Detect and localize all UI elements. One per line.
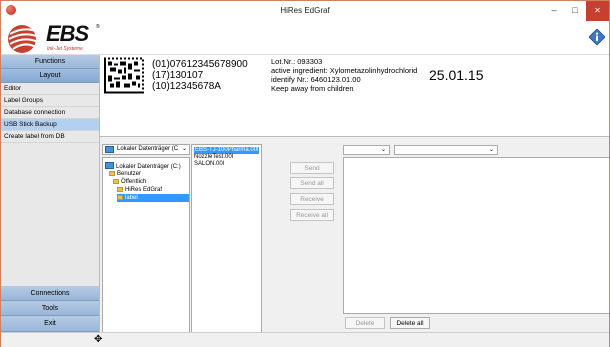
file-item[interactable]: SALON.00l [194, 161, 224, 168]
chevron-down-icon: ⌄ [488, 147, 494, 153]
folder-tree[interactable]: Lokaler Datenträger (C:) Benutzer Öffent… [102, 157, 190, 334]
tree-item-label: label [125, 195, 138, 201]
barcode-line-3: (10)12345678A [152, 81, 221, 92]
file-list[interactable]: EBS-TJ-100Pharma.00l NozzleTest.00l SALO… [191, 144, 262, 344]
chevron-down-icon: ⌄ [181, 146, 187, 152]
folder-icon [113, 178, 119, 184]
logo-text: EBS [46, 21, 89, 46]
nav-tools[interactable]: Tools [1, 301, 99, 316]
main-area: (01)07612345678900 (17)130107 (10)123456… [100, 55, 609, 347]
ebs-logo-icon [8, 25, 40, 53]
nav-item-editor[interactable]: Editor [1, 83, 99, 95]
nav-item-label-groups[interactable]: Label Groups [1, 95, 99, 107]
maximize-button[interactable]: □ [564, 1, 586, 21]
window-title: HiRes EdGraf [280, 6, 330, 15]
nav-item-create-label-from-db[interactable]: Create label from DB [1, 131, 99, 143]
tree-item-label: Benutzer [117, 171, 142, 177]
folder-icon [117, 186, 123, 192]
nav-functions[interactable]: Functions [1, 55, 99, 69]
status-bar: ✥ [1, 332, 609, 347]
send-all-button[interactable]: Send all [290, 177, 334, 189]
barcode-line-2: (17)130107 [152, 70, 204, 81]
tree-item-oeffentlich[interactable]: Öffentlich [113, 178, 146, 186]
title-bar: HiRes EdGraf – □ ✕ [1, 1, 609, 21]
logo-subtitle: Ink-Jet Systeme [47, 46, 83, 52]
receive-all-button[interactable]: Receive all [290, 209, 334, 221]
nav-item-database-connection[interactable]: Database connection [1, 107, 99, 119]
info-icon[interactable] [589, 29, 605, 45]
ebs-logo: EBS ® Ink-Jet Systeme [6, 21, 100, 54]
drive-icon [105, 146, 114, 153]
send-button[interactable]: Send [290, 162, 334, 174]
tree-item-label: HiRes EdGraf [125, 187, 163, 193]
file-item[interactable]: EBS-TJ-100Pharma.00l [194, 147, 260, 154]
right-select-1[interactable]: ⌄ [343, 145, 390, 155]
tree-item-hires-edgraf[interactable]: HiRes EdGraf [117, 186, 162, 194]
folder-icon [117, 194, 123, 200]
chevron-down-icon: ⌄ [380, 147, 386, 153]
move-cursor-icon: ✥ [94, 334, 103, 345]
app-window: HiRes EdGraf – □ ✕ EBS ® Ink-Jet Systeme… [0, 0, 610, 347]
tree-item-drive[interactable]: Lokaler Datenträger (C:) [105, 161, 181, 170]
nav-item-usb-stick-backup[interactable]: USB Stick Backup [1, 119, 99, 131]
header: EBS ® Ink-Jet Systeme [1, 21, 609, 55]
folder-icon [109, 170, 115, 176]
close-button[interactable]: ✕ [586, 1, 609, 21]
logo-registered: ® [96, 24, 100, 30]
left-navigation: Functions Layout Editor Label Groups Dat… [1, 55, 100, 347]
barcode-line-1: (01)07612345678900 [152, 59, 248, 70]
device-file-list[interactable] [343, 157, 609, 314]
nav-connections[interactable]: Connections [1, 286, 99, 301]
info-line-4: Keep away from children [271, 84, 354, 93]
file-item[interactable]: NozzleTest.00l [194, 154, 233, 161]
delete-all-button[interactable]: Delete all [390, 317, 430, 329]
tree-item-label-folder[interactable]: label [117, 194, 189, 202]
label-preview: (01)07612345678900 (17)130107 (10)123456… [100, 55, 609, 137]
drive-select-value: Lokaler Datenträger (C [117, 146, 179, 152]
datamatrix-icon [104, 57, 144, 94]
info-line-2: active ingredient: Xylometazolinhydrochl… [271, 66, 418, 75]
tree-item-label: Öffentlich [121, 179, 147, 185]
nav-bottom-group: Connections Tools Exit [1, 286, 99, 332]
info-line-3: identify Nr.: 6460123.01.00 [271, 75, 361, 84]
drive-icon [105, 162, 114, 169]
receive-button[interactable]: Receive [290, 193, 334, 205]
date-text: 25.01.15 [429, 67, 484, 83]
nav-layout[interactable]: Layout [1, 69, 99, 83]
tree-item-benutzer[interactable]: Benutzer [109, 170, 141, 178]
delete-button[interactable]: Delete [345, 317, 385, 329]
drive-select[interactable]: Lokaler Datenträger (C ⌄ [102, 144, 190, 155]
nav-exit[interactable]: Exit [1, 316, 99, 332]
right-select-2[interactable]: ⌄ [394, 145, 498, 155]
minimize-button[interactable]: – [543, 1, 565, 21]
info-line-1: Lot.Nr.: 093303 [271, 57, 323, 66]
